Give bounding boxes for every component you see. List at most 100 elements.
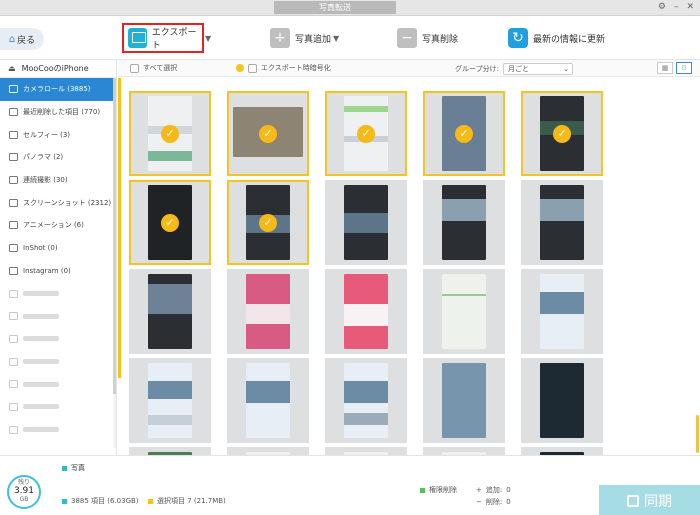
select-all-checkbox[interactable] bbox=[130, 63, 139, 73]
photo-image bbox=[540, 363, 584, 438]
close-icon[interactable]: ✕ bbox=[686, 2, 694, 12]
plus-icon: + bbox=[476, 486, 482, 494]
sidebar-item-camera-roll[interactable]: カメラロール (3885) bbox=[0, 78, 116, 101]
refresh-button[interactable]: 最新の情報に更新 bbox=[508, 23, 605, 53]
sidebar-item-label: アニメーション (6) bbox=[23, 221, 84, 230]
sidebar-item-screenshots[interactable]: スクリーンショット (2312) bbox=[0, 191, 116, 214]
sidebar-item-blurred[interactable] bbox=[0, 373, 116, 396]
sidebar-scroll-thumb[interactable] bbox=[113, 78, 116, 394]
grid-scroll-thumb[interactable] bbox=[696, 415, 699, 453]
selected-swatch bbox=[148, 498, 153, 504]
photo-thumbnail[interactable]: ✓ bbox=[227, 180, 309, 265]
sidebar-item-label: カメラロール (3885) bbox=[23, 85, 91, 94]
photo-image bbox=[540, 185, 584, 260]
chevron-down-icon: ⌄ bbox=[563, 65, 569, 73]
sidebar-item-blurred[interactable] bbox=[0, 418, 116, 441]
photo-image bbox=[344, 185, 388, 260]
photo-thumbnail[interactable] bbox=[129, 269, 211, 354]
album-icon bbox=[9, 266, 18, 275]
photo-thumbnail[interactable] bbox=[521, 358, 603, 443]
title-bar: 写真転送 ⚙ – ✕ bbox=[0, 0, 700, 16]
sidebar-item-instagram[interactable]: Instagram (0) bbox=[0, 260, 116, 283]
photo-thumbnail[interactable] bbox=[227, 269, 309, 354]
group-by-value: 月ごと bbox=[507, 65, 529, 73]
sidebar-item-animation[interactable]: アニメーション (6) bbox=[0, 214, 116, 237]
minimize-icon[interactable]: – bbox=[674, 2, 679, 12]
photo-thumbnail[interactable]: ✓ bbox=[521, 91, 603, 176]
add-photo-label: 写真追加 bbox=[295, 34, 332, 45]
small-grid-view-icon[interactable]: ⁞⁞ bbox=[676, 62, 692, 74]
filter-bar: すべて選択 エクスポート時暗号化 グループ分け: 月ごと ⌄ ▦ ⁞⁞ bbox=[118, 60, 700, 77]
sync-label: 同期 bbox=[644, 493, 672, 510]
burst-icon bbox=[9, 176, 18, 185]
sidebar-item-blurred[interactable] bbox=[0, 350, 116, 373]
add-dropdown-chevron-icon[interactable]: ▼ bbox=[333, 23, 339, 53]
add-photo-button[interactable]: 写真追加 bbox=[270, 23, 331, 53]
sidebar-item-blurred[interactable] bbox=[0, 282, 116, 305]
encrypt-control[interactable]: エクスポート時暗号化 bbox=[236, 63, 331, 73]
photo-thumbnail[interactable] bbox=[227, 358, 309, 443]
select-all-control[interactable]: すべて選択 bbox=[130, 63, 177, 73]
photo-thumbnail[interactable] bbox=[423, 269, 505, 354]
album-icon bbox=[9, 425, 18, 434]
photo-thumbnail[interactable]: ✓ bbox=[325, 91, 407, 176]
album-icon bbox=[9, 357, 18, 366]
photo-thumbnail[interactable] bbox=[325, 180, 407, 265]
photo-thumbnail[interactable] bbox=[325, 358, 407, 443]
sidebar-item-burst[interactable]: 連続撮影 (30) bbox=[0, 169, 116, 192]
export-dropdown-chevron-icon[interactable]: ▼ bbox=[205, 23, 211, 53]
group-by-select[interactable]: 月ごと ⌄ bbox=[502, 63, 573, 75]
photo-image bbox=[442, 274, 486, 349]
sidebar-item-recently-deleted[interactable]: 最近削除した項目 (770) bbox=[0, 101, 116, 124]
total-swatch bbox=[62, 498, 67, 504]
status-bar: 残り 3.91 GB 写真 3885 項目 (6.03GB) 選択項目 7 (2… bbox=[0, 455, 700, 515]
sidebar-item-selfies[interactable]: セルフィー (3) bbox=[0, 123, 116, 146]
trash-icon bbox=[9, 108, 18, 117]
large-grid-view-icon[interactable]: ▦ bbox=[657, 62, 673, 74]
sidebar-item-panorama[interactable]: パノラマ (2) bbox=[0, 146, 116, 169]
photo-thumbnail[interactable] bbox=[423, 358, 505, 443]
sidebar-item-blurred[interactable] bbox=[0, 328, 116, 351]
settings-icon[interactable]: ⚙ bbox=[658, 2, 666, 12]
selected-check-icon: ✓ bbox=[161, 124, 179, 143]
sidebar-item-blurred[interactable] bbox=[0, 305, 116, 328]
delete-photo-icon bbox=[397, 28, 417, 48]
export-button[interactable]: エクスポート bbox=[122, 23, 204, 53]
sidebar-scrollbar[interactable] bbox=[113, 78, 116, 448]
back-button[interactable]: ⌂ 戻る bbox=[0, 28, 44, 50]
photo-image bbox=[246, 363, 290, 438]
photo-thumbnail[interactable] bbox=[521, 269, 603, 354]
album-icon bbox=[9, 244, 18, 253]
photo-thumbnail[interactable] bbox=[521, 180, 603, 265]
photo-thumbnail[interactable]: ✓ bbox=[423, 91, 505, 176]
sidebar-item-label: Instagram (0) bbox=[23, 266, 71, 275]
photo-thumbnail[interactable]: ✓ bbox=[227, 91, 309, 176]
photo-image bbox=[148, 274, 192, 349]
photo-image bbox=[344, 363, 388, 438]
album-icon bbox=[9, 380, 18, 389]
storage-gauge: 残り 3.91 GB bbox=[7, 475, 41, 509]
device-header[interactable]: ⏏ MooCooのiPhone bbox=[0, 60, 116, 78]
toolbar: ⌂ 戻る エクスポート ▼ 写真追加 ▼ 写真削除 最新の情報に更新 bbox=[0, 16, 700, 60]
photo-thumbnail[interactable]: ✓ bbox=[129, 91, 211, 176]
photo-thumbnail[interactable] bbox=[129, 358, 211, 443]
photo-thumbnail[interactable]: ✓ bbox=[129, 180, 211, 265]
export-label: エクスポート bbox=[151, 28, 197, 51]
selected-check-icon: ✓ bbox=[259, 213, 277, 232]
lock-icon bbox=[236, 64, 244, 72]
album-icon bbox=[9, 289, 18, 298]
photo-thumbnail[interactable] bbox=[423, 180, 505, 265]
encrypt-checkbox[interactable] bbox=[248, 63, 257, 73]
eject-icon[interactable]: ⏏ bbox=[8, 64, 16, 73]
photo-thumbnail[interactable] bbox=[325, 269, 407, 354]
perm-delete-swatch bbox=[420, 487, 425, 493]
sidebar-item-inshot[interactable]: InShot (0) bbox=[0, 237, 116, 260]
selfie-icon bbox=[9, 130, 18, 139]
delete-photo-button[interactable]: 写真削除 bbox=[397, 23, 458, 53]
device-name: MooCooのiPhone bbox=[21, 64, 89, 73]
storage-value: 3.91 bbox=[13, 486, 35, 496]
refresh-label: 最新の情報に更新 bbox=[533, 34, 606, 45]
sidebar-item-blurred[interactable] bbox=[0, 396, 116, 419]
sidebar-item-label: 連続撮影 (30) bbox=[23, 176, 68, 185]
sync-button[interactable]: 同期 bbox=[599, 485, 700, 515]
